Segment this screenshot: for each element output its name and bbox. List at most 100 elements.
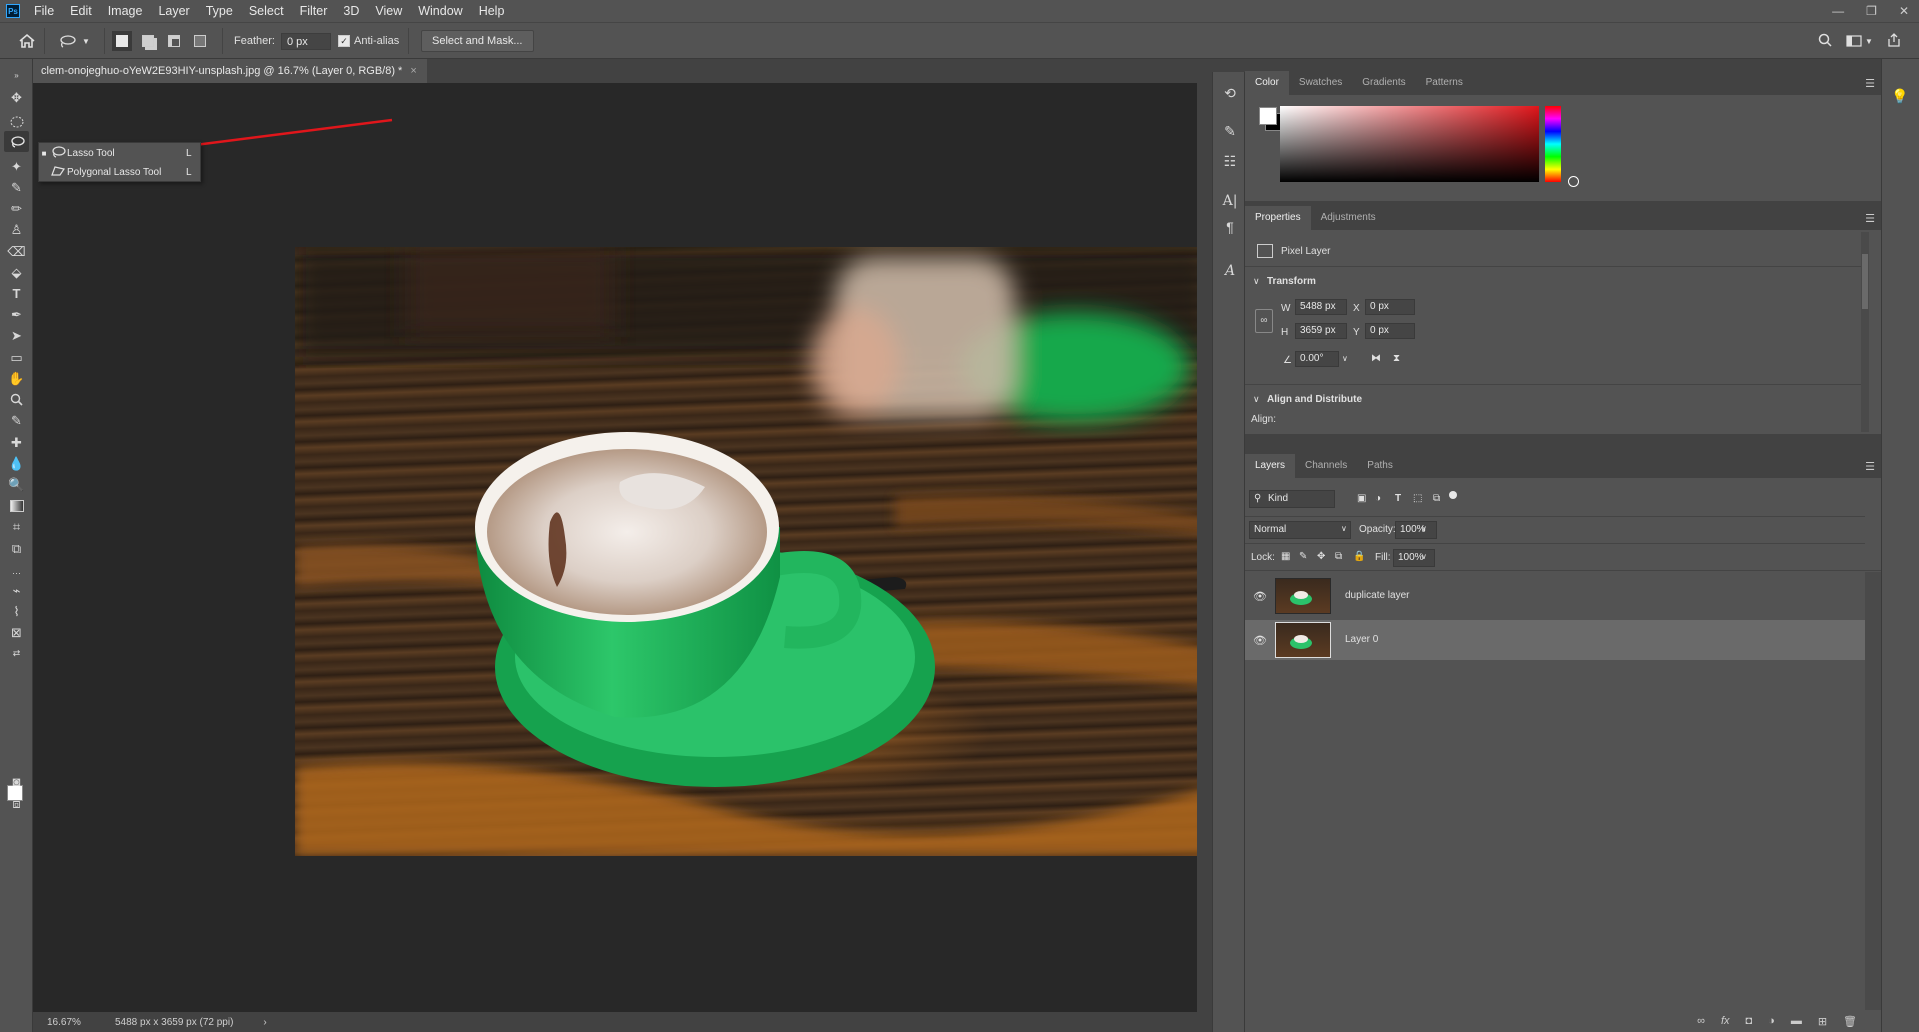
panel-menu-icon[interactable]: ☰ bbox=[1865, 460, 1875, 473]
filter-pixel-icon[interactable]: ▣ bbox=[1357, 493, 1366, 504]
tab-patterns[interactable]: Patterns bbox=[1416, 71, 1473, 95]
link-icon[interactable]: ∞ bbox=[1255, 309, 1273, 333]
color-panel: Color Swatches Gradients Patterns ☰ bbox=[1245, 71, 1881, 201]
collapsed-panels-column: ⟲ ✎ ☷ A| ¶ A bbox=[1212, 72, 1245, 1032]
filter-shape-icon[interactable]: ⬚ bbox=[1413, 493, 1422, 504]
layer-filter-select[interactable]: Kind bbox=[1249, 490, 1335, 508]
tab-swatches[interactable]: Swatches bbox=[1289, 71, 1352, 95]
layer-thumbnail bbox=[1275, 578, 1331, 614]
status-bar: 16.67% 5488 px x 3659 px (72 ppi) › bbox=[33, 1012, 1197, 1032]
document-info: 5488 px x 3659 px (72 ppi) bbox=[115, 1016, 234, 1028]
chevron-down-icon[interactable]: ∨ bbox=[1253, 394, 1260, 405]
align-label: Align: bbox=[1251, 414, 1277, 425]
selected-bullet-icon: ■ bbox=[41, 148, 47, 158]
blend-mode-select[interactable]: Normal bbox=[1249, 521, 1351, 539]
lightbulb-icon[interactable]: 💡 bbox=[1891, 87, 1909, 105]
y-input[interactable]: 0 px bbox=[1365, 323, 1415, 339]
flip-vertical-icon[interactable]: ⧗ bbox=[1393, 353, 1400, 364]
color-picker-marker bbox=[1568, 176, 1579, 187]
angle-input[interactable]: 0.00° bbox=[1295, 351, 1339, 367]
delete-layer-icon[interactable]: 🗑 bbox=[1843, 1015, 1857, 1028]
hue-slider[interactable] bbox=[1545, 106, 1561, 182]
lasso-tool-flyout: ■ Lasso Tool L Polygonal Lasso Tool L bbox=[38, 142, 201, 182]
layer-name[interactable]: duplicate layer bbox=[1345, 590, 1409, 601]
new-layer-icon[interactable]: ⊞ bbox=[1818, 1015, 1827, 1028]
tab-properties[interactable]: Properties bbox=[1245, 206, 1311, 230]
filter-adjustment-icon[interactable]: ◑ bbox=[1375, 493, 1381, 504]
chevron-down-icon[interactable]: ∨ bbox=[1421, 552, 1427, 561]
layer-name[interactable]: Layer 0 bbox=[1345, 634, 1378, 645]
properties-panel: Properties Adjustments ☰ Pixel Layer ∨ T… bbox=[1245, 206, 1881, 434]
height-input[interactable]: 3659 px bbox=[1295, 323, 1347, 339]
filter-type-icon[interactable]: T bbox=[1395, 493, 1401, 504]
align-section-title: Align and Distribute bbox=[1267, 394, 1362, 405]
lock-image-icon[interactable]: ✎ bbox=[1299, 551, 1307, 562]
layer-row-duplicate[interactable]: 👁 duplicate layer bbox=[1245, 576, 1865, 616]
chevron-down-icon: ∨ bbox=[1341, 524, 1347, 533]
x-label: X bbox=[1353, 303, 1360, 314]
filter-toggle-icon[interactable] bbox=[1449, 491, 1457, 499]
brush-settings-icon[interactable]: ✎ bbox=[1221, 122, 1239, 140]
character-icon[interactable]: A| bbox=[1221, 192, 1239, 210]
history-icon[interactable]: ⟲ bbox=[1221, 84, 1239, 102]
add-mask-icon[interactable]: ◘ bbox=[1746, 1015, 1753, 1027]
tab-adjustments[interactable]: Adjustments bbox=[1311, 206, 1386, 230]
lock-position-icon[interactable]: ✥ bbox=[1317, 551, 1325, 562]
scrollbar[interactable] bbox=[1861, 232, 1869, 432]
link-layers-icon[interactable]: ∞ bbox=[1697, 1015, 1705, 1027]
tab-paths[interactable]: Paths bbox=[1357, 454, 1403, 478]
angle-icon: ∠ bbox=[1283, 355, 1292, 366]
layers-scrollbar[interactable] bbox=[1865, 572, 1881, 1012]
flyout-item-lasso[interactable]: ■ Lasso Tool L bbox=[39, 144, 200, 162]
color-field[interactable] bbox=[1280, 106, 1539, 182]
h-label: H bbox=[1281, 327, 1289, 338]
adjustments-icon[interactable]: ☷ bbox=[1221, 152, 1239, 170]
flip-horizontal-icon[interactable]: ⧓ bbox=[1371, 353, 1381, 364]
x-input[interactable]: 0 px bbox=[1365, 299, 1415, 315]
foreground-swatch[interactable] bbox=[1259, 107, 1277, 125]
flyout-label: Polygonal Lasso Tool bbox=[67, 166, 162, 178]
chevron-down-icon[interactable]: ∨ bbox=[1421, 524, 1427, 533]
w-label: W bbox=[1281, 303, 1291, 314]
fill-input[interactable]: 100% bbox=[1393, 549, 1435, 567]
chevron-down-icon[interactable]: ∨ bbox=[1342, 354, 1348, 363]
lock-artboard-icon[interactable]: ⧉ bbox=[1335, 551, 1342, 562]
tab-channels[interactable]: Channels bbox=[1295, 454, 1357, 478]
chevron-down-icon[interactable]: ∨ bbox=[1253, 276, 1260, 287]
filter-smart-object-icon[interactable]: ⧉ bbox=[1433, 493, 1440, 504]
zoom-level[interactable]: 16.67% bbox=[47, 1017, 107, 1028]
lasso-icon bbox=[49, 145, 67, 161]
panel-menu-icon[interactable]: ☰ bbox=[1865, 77, 1875, 90]
eye-icon[interactable]: 👁 bbox=[1253, 634, 1267, 647]
status-arrow-icon[interactable]: › bbox=[263, 1017, 266, 1028]
transform-section-title: Transform bbox=[1267, 276, 1316, 287]
panel-menu-icon[interactable]: ☰ bbox=[1865, 212, 1875, 225]
layer-type-label: Pixel Layer bbox=[1281, 246, 1331, 257]
pixel-layer-icon bbox=[1257, 244, 1273, 258]
flyout-shortcut: L bbox=[186, 147, 192, 159]
learn-panel-strip: 💡 bbox=[1881, 59, 1919, 1032]
fill-label: Fill: bbox=[1375, 552, 1391, 563]
opacity-label: Opacity: bbox=[1359, 524, 1396, 535]
width-input[interactable]: 5488 px bbox=[1295, 299, 1347, 315]
new-group-icon[interactable]: ▬ bbox=[1791, 1015, 1802, 1027]
layer-row-layer-0[interactable]: 👁 Layer 0 bbox=[1245, 620, 1865, 660]
flyout-label: Lasso Tool bbox=[67, 147, 115, 159]
layer-style-icon[interactable]: fx bbox=[1721, 1015, 1730, 1027]
new-adjustment-layer-icon[interactable]: ◑ bbox=[1768, 1015, 1775, 1027]
layers-footer: ∞ fx ◘ ◑ ▬ ⊞ 🗑 bbox=[1245, 1010, 1881, 1032]
y-label: Y bbox=[1353, 327, 1360, 338]
lock-all-icon[interactable]: 🔒 bbox=[1353, 551, 1365, 562]
opacity-input[interactable]: 100% bbox=[1395, 521, 1437, 539]
tab-gradients[interactable]: Gradients bbox=[1352, 71, 1415, 95]
tab-layers[interactable]: Layers bbox=[1245, 454, 1296, 478]
glyphs-icon[interactable]: A bbox=[1221, 262, 1239, 280]
tab-color[interactable]: Color bbox=[1245, 71, 1289, 95]
layer-thumbnail bbox=[1275, 622, 1331, 658]
polygonal-lasso-icon bbox=[49, 165, 67, 180]
flyout-item-polygonal-lasso[interactable]: Polygonal Lasso Tool L bbox=[39, 163, 200, 181]
eye-icon[interactable]: 👁 bbox=[1253, 590, 1267, 603]
paragraph-icon[interactable]: ¶ bbox=[1221, 218, 1239, 236]
lock-transparent-icon[interactable]: ▦ bbox=[1281, 551, 1290, 562]
search-icon: ⚲ bbox=[1254, 493, 1262, 504]
